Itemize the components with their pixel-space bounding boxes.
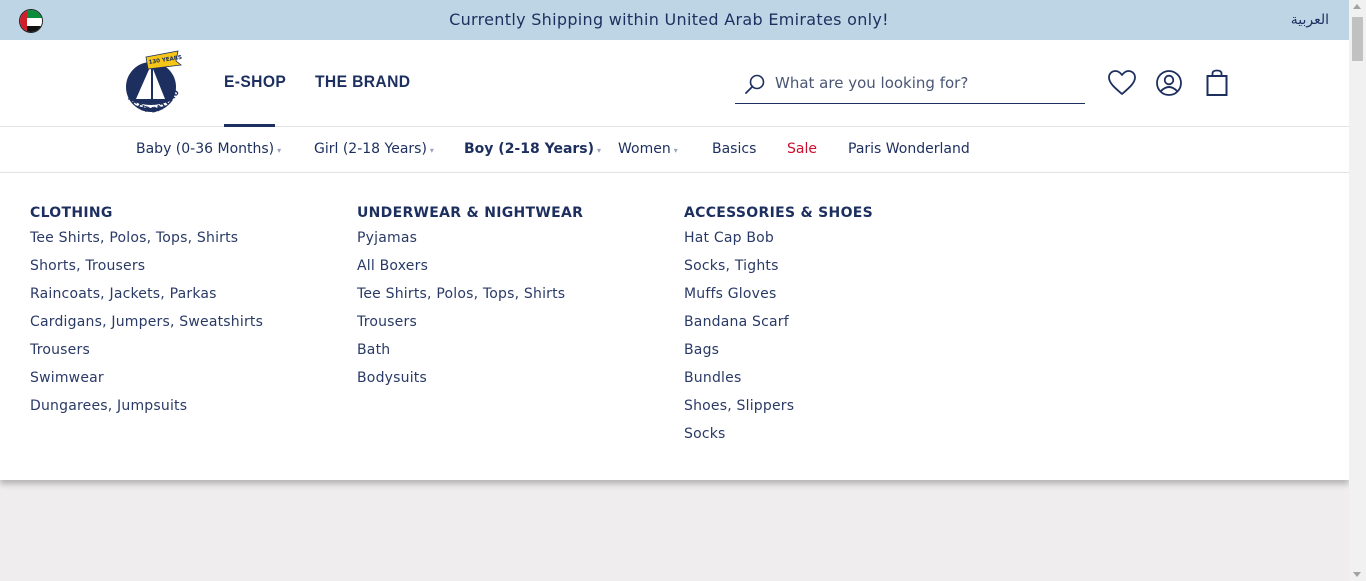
chevron-down-icon: ▾: [277, 146, 282, 155]
menu-link[interactable]: Bundles: [684, 369, 873, 397]
category-label: Women: [618, 141, 671, 157]
search-bar: [735, 63, 1085, 104]
menu-link[interactable]: All Boxers: [357, 257, 583, 285]
scrollbar-thumb[interactable]: [1352, 17, 1363, 61]
category-label: Baby (0-36 Months): [136, 141, 275, 157]
category-paris-wonderland[interactable]: Paris Wonderland: [848, 127, 970, 171]
wishlist-heart-icon[interactable]: [1107, 68, 1137, 98]
menu-link[interactable]: Muffs Gloves: [684, 285, 873, 313]
menu-column-underwear-nightwear: UNDERWEAR & NIGHTWEAR Pyjamas All Boxers…: [357, 205, 583, 397]
scroll-down-arrow-icon[interactable]: [1353, 572, 1361, 577]
menu-link[interactable]: Shoes, Slippers: [684, 397, 873, 425]
nav-eshop[interactable]: E-SHOP: [224, 40, 286, 126]
menu-link[interactable]: Bandana Scarf: [684, 313, 873, 341]
menu-column-clothing: CLOTHING Tee Shirts, Polos, Tops, Shirts…: [30, 205, 263, 425]
menu-link[interactable]: Tee Shirts, Polos, Tops, Shirts: [357, 285, 583, 313]
nav-the-brand[interactable]: THE BRAND: [315, 40, 410, 126]
shipping-notice: Currently Shipping within United Arab Em…: [449, 10, 889, 29]
column-heading[interactable]: ACCESSORIES & SHOES: [684, 205, 873, 229]
menu-link[interactable]: Bags: [684, 341, 873, 369]
category-baby[interactable]: Baby (0-36 Months) ▾: [136, 127, 281, 173]
menu-link[interactable]: Pyjamas: [357, 229, 583, 257]
menu-link[interactable]: Bath: [357, 341, 583, 369]
category-nav: Baby (0-36 Months) ▾ Girl (2-18 Years) ▾ B…: [0, 127, 1349, 173]
category-girl[interactable]: Girl (2-18 Years) ▾: [314, 127, 434, 173]
menu-link[interactable]: Raincoats, Jackets, Parkas: [30, 285, 263, 313]
menu-link[interactable]: Shorts, Trousers: [30, 257, 263, 285]
language-switch-link[interactable]: العربية: [1291, 0, 1329, 40]
menu-link[interactable]: Tee Shirts, Polos, Tops, Shirts: [30, 229, 263, 257]
column-heading[interactable]: UNDERWEAR & NIGHTWEAR: [357, 205, 583, 229]
category-basics[interactable]: Basics: [712, 127, 756, 171]
menu-link[interactable]: Socks, Tights: [684, 257, 873, 285]
chevron-down-icon: ▾: [597, 146, 602, 155]
menu-link[interactable]: Dungarees, Jumpsuits: [30, 397, 263, 425]
menu-link[interactable]: Cardigans, Jumpers, Sweatshirts: [30, 313, 263, 341]
menu-link[interactable]: Hat Cap Bob: [684, 229, 873, 257]
menu-link[interactable]: Trousers: [30, 341, 263, 369]
cart-bag-icon[interactable]: [1202, 68, 1232, 98]
mega-menu: CLOTHING Tee Shirts, Polos, Tops, Shirts…: [0, 173, 1349, 480]
scroll-up-arrow-icon[interactable]: [1353, 4, 1361, 9]
announcement-bar: Currently Shipping within United Arab Em…: [0, 0, 1349, 40]
menu-link[interactable]: Socks: [684, 425, 873, 453]
category-boy[interactable]: Boy (2-18 Years) ▾: [464, 127, 601, 173]
category-label: Girl (2-18 Years): [314, 141, 427, 157]
category-sale[interactable]: Sale: [787, 127, 817, 171]
site-header: 130 YEARS PETIT BATEAU E-SHOP THE BRAND: [0, 40, 1349, 127]
page-scrollbar[interactable]: [1349, 0, 1366, 581]
petit-bateau-logo[interactable]: 130 YEARS PETIT BATEAU: [118, 49, 188, 119]
menu-link[interactable]: Swimwear: [30, 369, 263, 397]
menu-link[interactable]: Bodysuits: [357, 369, 583, 397]
menu-column-accessories-shoes: ACCESSORIES & SHOES Hat Cap Bob Socks, T…: [684, 205, 873, 453]
category-label: Boy (2-18 Years): [464, 141, 595, 157]
search-input[interactable]: [775, 69, 1075, 97]
menu-link[interactable]: Trousers: [357, 313, 583, 341]
chevron-down-icon: ▾: [429, 146, 434, 155]
chevron-down-icon: ▾: [673, 146, 678, 155]
column-heading[interactable]: CLOTHING: [30, 205, 263, 229]
search-icon[interactable]: [744, 73, 766, 95]
category-women[interactable]: Women ▾: [618, 127, 678, 173]
account-icon[interactable]: [1154, 68, 1184, 98]
